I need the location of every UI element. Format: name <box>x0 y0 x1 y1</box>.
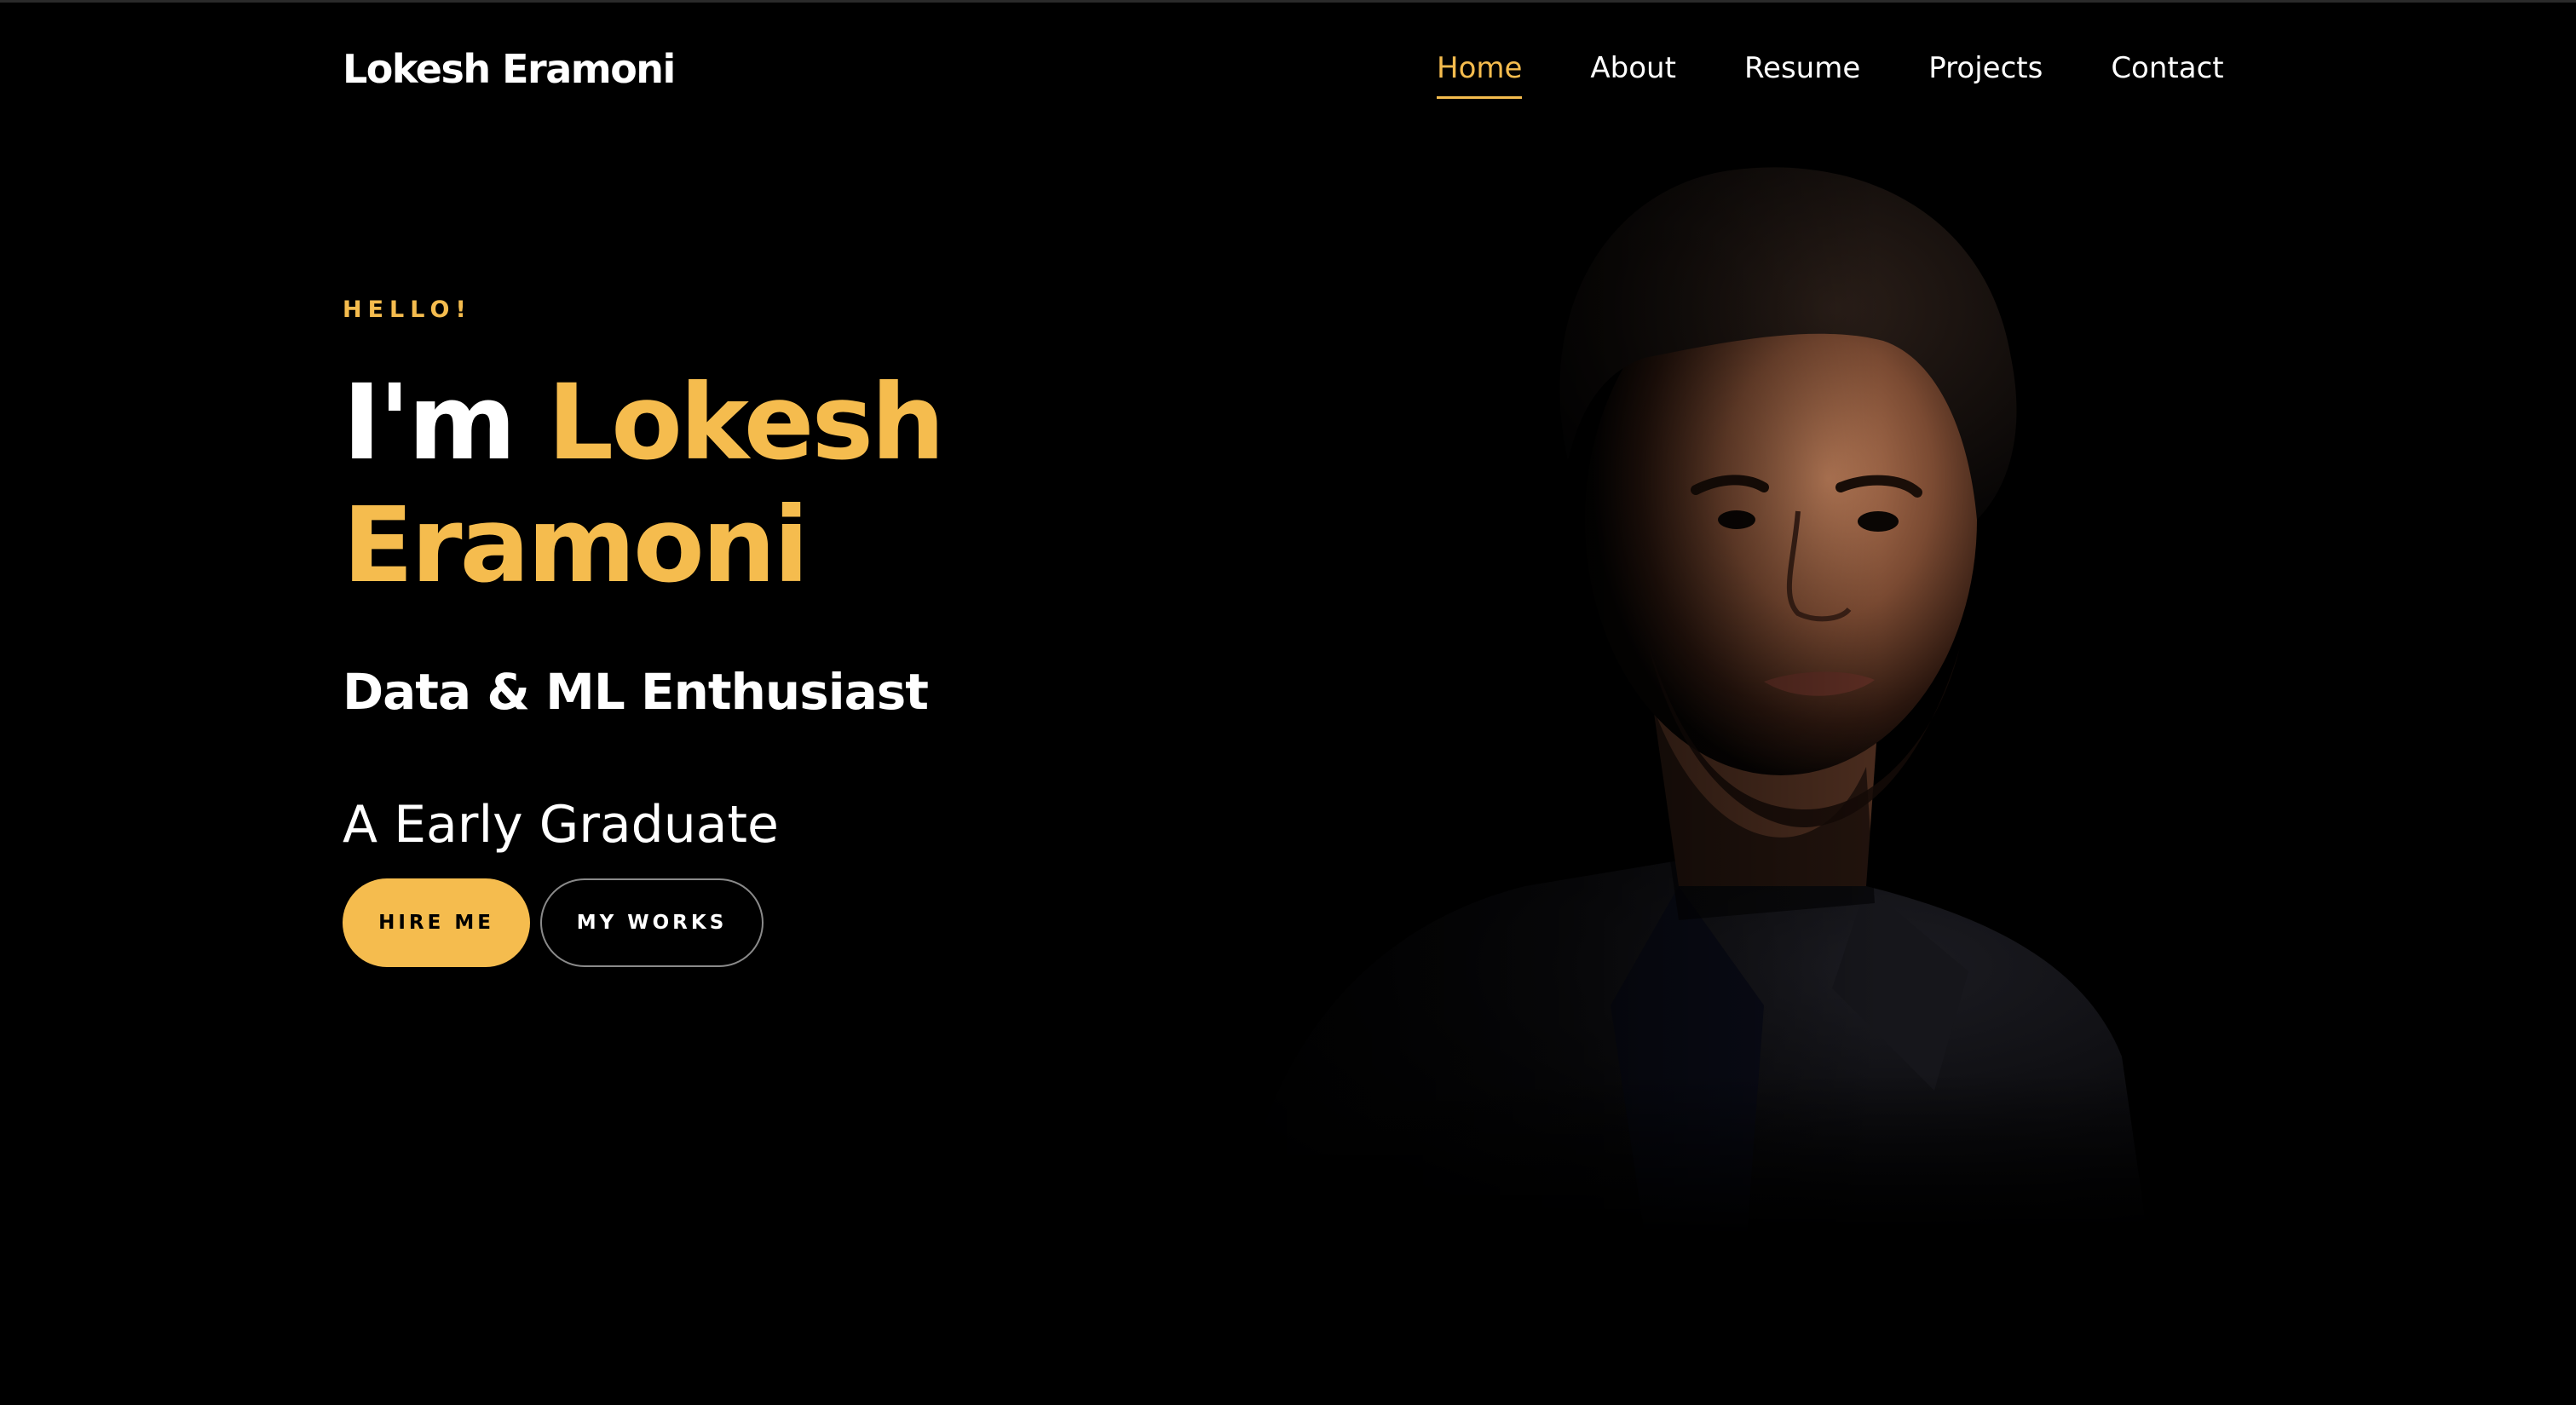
headline-first-name: Lokesh <box>547 362 945 483</box>
headline-last-name: Eramoni <box>343 485 809 606</box>
headline-prefix: I'm <box>343 362 548 483</box>
nav-about[interactable]: About <box>1590 44 1676 92</box>
hero-headline: I'm Lokesh Eramoni <box>343 361 945 607</box>
main-nav: Home About Resume Projects Contact <box>1437 44 2224 99</box>
hire-me-button[interactable]: HIRE ME <box>343 878 530 967</box>
brand-logo-text[interactable]: Lokesh Eramoni <box>343 41 676 97</box>
hero-role: Data & ML Enthusiast <box>343 663 929 721</box>
hero-subtitle: A Early Graduate <box>343 795 779 855</box>
nav-resume[interactable]: Resume <box>1744 44 1860 92</box>
hero-buttons: HIRE ME MY WORKS <box>343 878 764 967</box>
nav-projects[interactable]: Projects <box>1928 44 2043 92</box>
my-works-button[interactable]: MY WORKS <box>540 878 764 967</box>
top-border <box>0 0 2576 3</box>
nav-home[interactable]: Home <box>1437 44 1523 99</box>
nav-contact[interactable]: Contact <box>2111 44 2223 92</box>
profile-portrait-image <box>1167 153 2190 1235</box>
hero-greeting: HELLO! <box>343 297 472 323</box>
